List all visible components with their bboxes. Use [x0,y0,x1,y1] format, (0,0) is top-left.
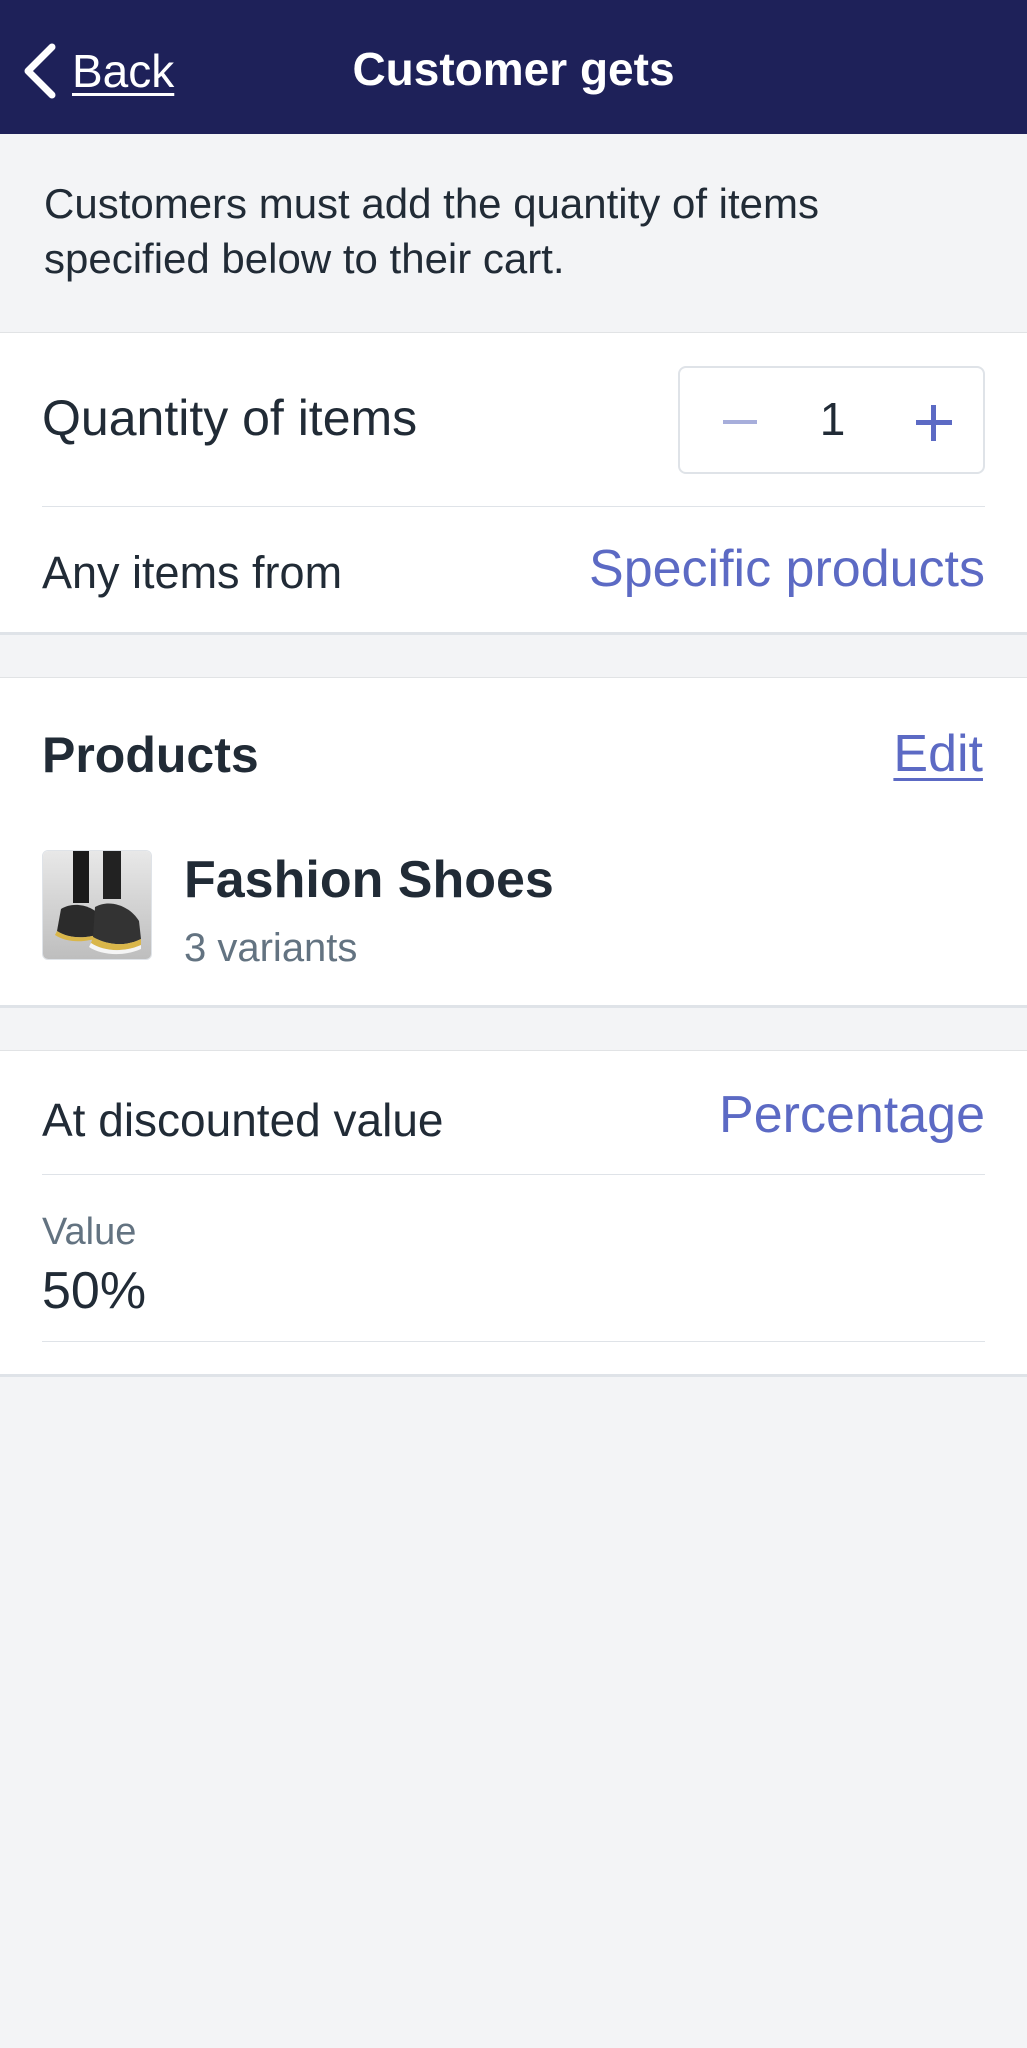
any-items-label: Any items from [42,547,343,598]
quantity-value[interactable]: 1 [780,392,885,446]
discount-type-selector[interactable]: Percentage [719,1085,985,1145]
quantity-card: Quantity of items 1 Any items from Speci… [0,332,1027,632]
divider [42,1174,985,1175]
divider [42,506,985,507]
product-variants: 3 variants [184,926,358,970]
quantity-label: Quantity of items [42,390,418,446]
quantity-stepper: 1 [678,366,985,474]
product-thumbnail [42,850,152,960]
product-item[interactable]: Fashion Shoes 3 variants [42,850,985,980]
minus-icon [723,420,757,424]
any-items-selector[interactable]: Specific products [589,539,985,599]
product-name: Fashion Shoes [184,851,554,909]
decrement-button[interactable] [704,386,776,458]
edit-products-button[interactable]: Edit [893,724,983,784]
page-title: Customer gets [352,43,675,95]
discount-card: At discounted value Percentage Value 50% [0,1050,1027,1374]
increment-button[interactable] [897,386,969,458]
value-field-label: Value [42,1211,137,1253]
discount-label: At discounted value [42,1094,444,1146]
app-screen: Back Customer gets Customers must add th… [0,0,1027,2048]
products-card: Products Edit Fashion Shoes 3 variants [0,677,1027,1005]
shoe-image [43,851,151,959]
products-title: Products [42,727,259,783]
value-underline [42,1341,985,1342]
value-input[interactable]: 50% [42,1261,146,1321]
navigation-bar: Back Customer gets [0,0,1027,134]
intro-text: Customers must add the quantity of items… [44,180,820,282]
